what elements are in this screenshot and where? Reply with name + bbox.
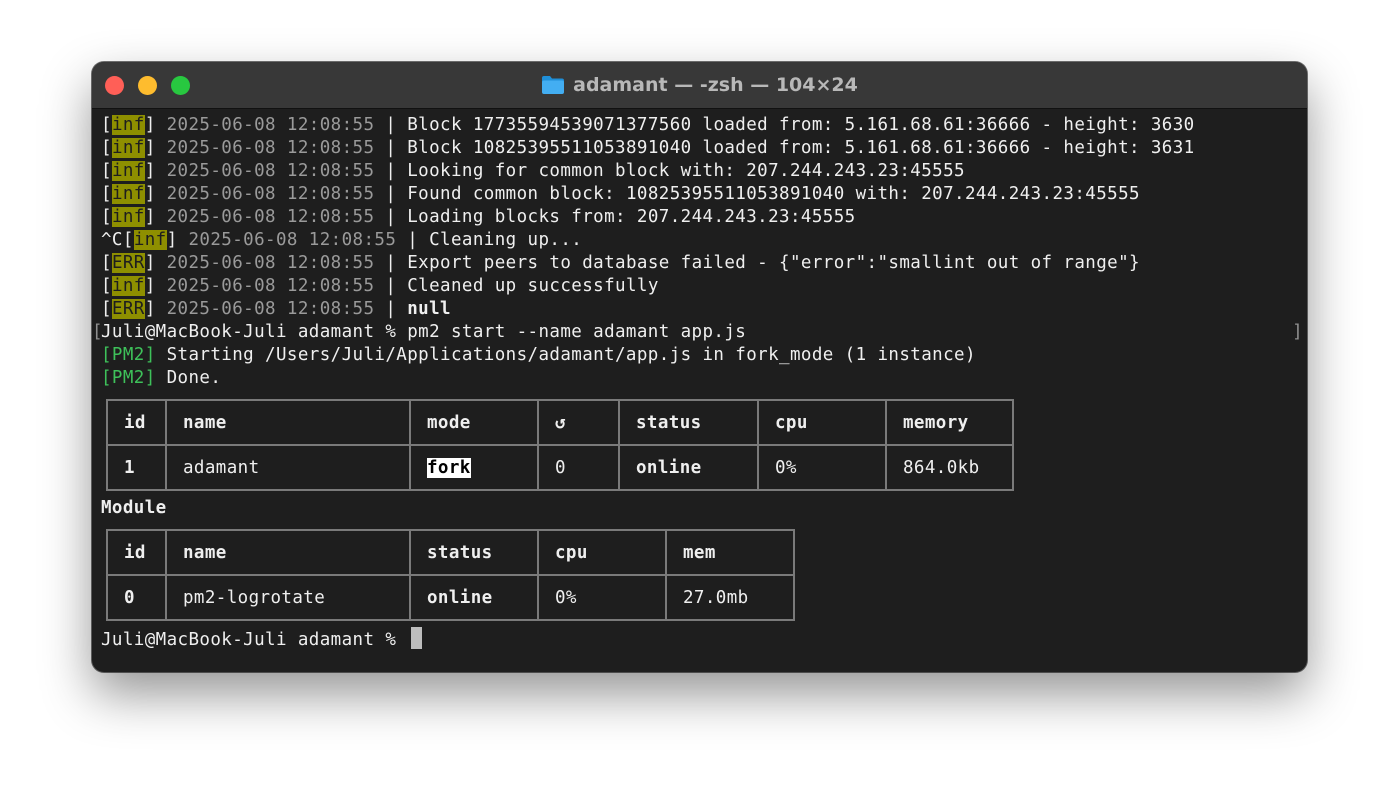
process-name: adamant bbox=[165, 444, 411, 491]
log-line: [inf] 2025-06-08 12:08:55 | Looking for … bbox=[101, 161, 965, 181]
process-restarts: 0 bbox=[537, 444, 620, 491]
pm2-line: [PM2] Starting /Users/Juli/Applications/… bbox=[101, 344, 1307, 367]
module-cpu: 0% bbox=[537, 574, 667, 621]
log-message: Looking for common block with: 207.244.2… bbox=[407, 161, 965, 181]
process-table: id name mode ↺ status cpu memory 1 adama… bbox=[106, 399, 1014, 491]
log-message: Found common block: 10825395511053891040… bbox=[407, 184, 1140, 204]
header-restarts: ↺ bbox=[537, 399, 620, 446]
log-message: Loading blocks from: 207.244.243.23:4555… bbox=[407, 207, 856, 227]
log-level-tag: inf bbox=[111, 138, 145, 158]
module-header-status: status bbox=[409, 529, 539, 576]
log-line: [ERR] 2025-06-08 12:08:55 | null bbox=[101, 299, 451, 319]
log-line: [inf] 2025-06-08 12:08:55 | Block 177355… bbox=[101, 115, 1195, 135]
log-timestamp: 2025-06-08 12:08:55 bbox=[166, 115, 375, 135]
module-status: online bbox=[409, 574, 539, 621]
log-timestamp: 2025-06-08 12:08:55 bbox=[166, 161, 375, 181]
table-row: 1 adamant fork 0 online 0% 864.0kb bbox=[106, 444, 1014, 491]
log-message: Cleaned up successfully bbox=[407, 276, 659, 296]
log-message: Export peers to database failed - {"erro… bbox=[407, 253, 1140, 273]
table-row: 0 pm2-logrotate online 0% 27.0mb bbox=[106, 574, 795, 621]
log-level-tag: ERR bbox=[111, 253, 145, 273]
log-message: Cleaning up... bbox=[429, 230, 583, 250]
final-prompt-line[interactable]: Juli@MacBook-Juli adamant % bbox=[101, 627, 1307, 650]
log-prefix: ^C bbox=[101, 230, 123, 250]
title-bar[interactable]: adamant — -zsh — 104×24 bbox=[92, 62, 1307, 109]
terminal-output[interactable]: [inf] 2025-06-08 12:08:55 | Block 177355… bbox=[92, 114, 1307, 672]
process-cpu: 0% bbox=[757, 444, 887, 491]
log-timestamp: 2025-06-08 12:08:55 bbox=[166, 184, 375, 204]
process-table-header: id name mode ↺ status cpu memory bbox=[106, 399, 1014, 446]
text-cursor[interactable] bbox=[411, 627, 423, 649]
process-mode-cell: fork bbox=[409, 444, 539, 491]
log-timestamp: 2025-06-08 12:08:55 bbox=[166, 253, 375, 273]
module-id: 0 bbox=[106, 574, 167, 621]
header-name: name bbox=[165, 399, 411, 446]
log-timestamp: 2025-06-08 12:08:55 bbox=[166, 138, 375, 158]
log-level-tag: inf bbox=[111, 161, 145, 181]
module-header-cpu: cpu bbox=[537, 529, 667, 576]
header-id: id bbox=[106, 399, 167, 446]
log-output: [inf] 2025-06-08 12:08:55 | Block 177355… bbox=[101, 114, 1307, 321]
terminal-window: adamant — -zsh — 104×24 [inf] 2025-06-08… bbox=[92, 62, 1307, 672]
module-heading: Module bbox=[101, 498, 167, 518]
log-level-tag: ERR bbox=[111, 299, 145, 319]
module-name: pm2-logrotate bbox=[165, 574, 411, 621]
log-level-tag: inf bbox=[111, 276, 145, 296]
window-title: adamant — -zsh — 104×24 bbox=[92, 62, 1307, 108]
module-header-mem: mem bbox=[665, 529, 795, 576]
process-id: 1 bbox=[106, 444, 167, 491]
final-prompt: Juli@MacBook-Juli adamant % bbox=[101, 630, 408, 650]
log-line: ^C[inf] 2025-06-08 12:08:55 | Cleaning u… bbox=[101, 230, 583, 250]
log-level-tag: inf bbox=[111, 115, 145, 135]
log-message: Block 17735594539071377560 loaded from: … bbox=[407, 115, 1195, 135]
log-level-tag: inf bbox=[133, 230, 167, 250]
pm2-message: Starting /Users/Juli/Applications/adaman… bbox=[166, 345, 976, 365]
command-text: pm2 start --name adamant app.js bbox=[407, 322, 747, 342]
header-status: status bbox=[618, 399, 759, 446]
log-message: Block 10825395511053891040 loaded from: … bbox=[407, 138, 1195, 158]
process-memory: 864.0kb bbox=[885, 444, 1014, 491]
module-header-name: name bbox=[165, 529, 411, 576]
right-bracket-mark: ] bbox=[1292, 322, 1303, 342]
module-table: id name status cpu mem 0 pm2-logrotate o… bbox=[106, 529, 795, 621]
log-line: [inf] 2025-06-08 12:08:55 | Cleaned up s… bbox=[101, 276, 659, 296]
log-level-tag: inf bbox=[111, 207, 145, 227]
pm2-line: [PM2] Done. bbox=[101, 367, 1307, 390]
pm2-tag: [PM2] bbox=[101, 368, 156, 388]
module-table-header: id name status cpu mem bbox=[106, 529, 795, 576]
log-line: [inf] 2025-06-08 12:08:55 | Block 108253… bbox=[101, 138, 1195, 158]
left-bracket-mark: [ bbox=[92, 322, 103, 342]
window-title-text: adamant — -zsh — 104×24 bbox=[573, 74, 858, 96]
pm2-tag: [PM2] bbox=[101, 345, 156, 365]
log-message: null bbox=[407, 299, 451, 319]
process-mode: fork bbox=[427, 457, 471, 478]
module-header-id: id bbox=[106, 529, 167, 576]
log-line: [inf] 2025-06-08 12:08:55 | Found common… bbox=[101, 184, 1140, 204]
command-prompt: Juli@MacBook-Juli adamant % bbox=[101, 322, 408, 342]
log-line: [inf] 2025-06-08 12:08:55 | Loading bloc… bbox=[101, 207, 856, 227]
log-line: [ERR] 2025-06-08 12:08:55 | Export peers… bbox=[101, 253, 1140, 273]
module-mem: 27.0mb bbox=[665, 574, 795, 621]
pm2-output: [PM2] Starting /Users/Juli/Applications/… bbox=[101, 344, 1307, 390]
process-status: online bbox=[618, 444, 759, 491]
command-line: [Juli@MacBook-Juli adamant % pm2 start -… bbox=[92, 321, 1307, 344]
log-timestamp: 2025-06-08 12:08:55 bbox=[166, 299, 375, 319]
header-cpu: cpu bbox=[757, 399, 887, 446]
header-memory: memory bbox=[885, 399, 1014, 446]
pm2-message: Done. bbox=[166, 368, 222, 388]
header-mode: mode bbox=[409, 399, 539, 446]
log-timestamp: 2025-06-08 12:08:55 bbox=[166, 207, 375, 227]
log-timestamp: 2025-06-08 12:08:55 bbox=[166, 276, 375, 296]
log-level-tag: inf bbox=[111, 184, 145, 204]
folder-icon bbox=[541, 75, 565, 95]
log-timestamp: 2025-06-08 12:08:55 bbox=[188, 230, 397, 250]
